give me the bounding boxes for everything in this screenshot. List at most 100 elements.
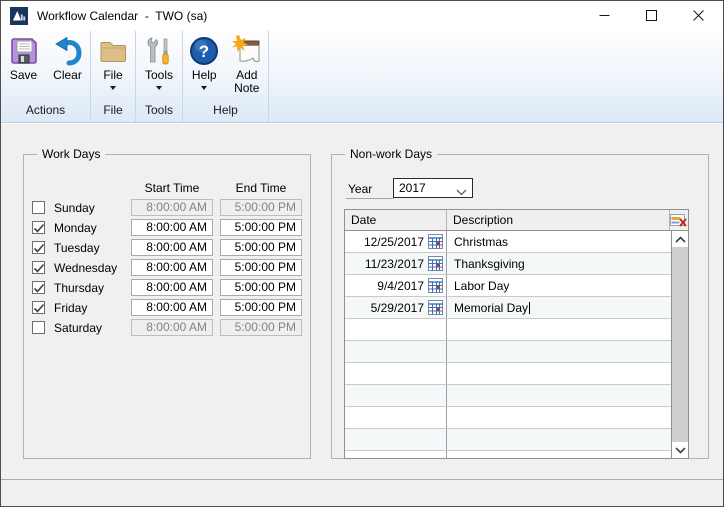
start-time-field[interactable]: 8:00:00 AM <box>131 219 213 236</box>
scroll-down-arrow-icon[interactable] <box>672 442 688 458</box>
date-cell[interactable] <box>345 451 447 458</box>
add-note-button[interactable]: Add Note <box>226 33 269 95</box>
content-area: Work Days Start Time End Time Sunday8:00… <box>1 124 723 479</box>
date-cell[interactable] <box>345 407 447 428</box>
day-label: Thursday <box>54 281 104 295</box>
clear-button[interactable]: Clear <box>46 33 90 82</box>
description-cell[interactable] <box>447 385 671 406</box>
end-time-field[interactable]: 5:00:00 PM <box>220 239 302 256</box>
work-days-group-label: Work Days <box>37 147 105 161</box>
work-days-groupbox: Work Days Start Time End Time Sunday8:00… <box>23 154 311 459</box>
table-row <box>345 341 671 363</box>
description-cell[interactable] <box>447 451 671 458</box>
table-row <box>345 451 671 458</box>
start-time-field[interactable]: 8:00:00 AM <box>131 239 213 256</box>
day-checkbox[interactable] <box>32 301 45 314</box>
help-menu-button[interactable]: ? Help <box>183 33 226 90</box>
save-button[interactable]: Save <box>2 33 46 82</box>
tools-menu-button[interactable]: Tools <box>137 33 181 90</box>
ribbon-group-label-help: Help <box>183 101 268 122</box>
end-time-field[interactable]: 5:00:00 PM <box>220 219 302 236</box>
day-label: Wednesday <box>54 261 117 275</box>
help-question-icon: ? <box>188 35 220 67</box>
clear-button-label: Clear <box>53 69 82 82</box>
folder-icon <box>97 35 129 67</box>
date-cell[interactable] <box>345 341 447 362</box>
ribbon-filler <box>269 31 723 122</box>
date-cell[interactable]: 11/23/2017 <box>345 253 447 274</box>
chevron-down-icon <box>110 86 116 90</box>
date-cell[interactable]: 9/4/2017 <box>345 275 447 296</box>
description-cell[interactable] <box>447 341 671 362</box>
date-cell[interactable]: 5/29/2017 <box>345 297 447 318</box>
day-checkbox[interactable] <box>32 261 45 274</box>
table-row <box>345 429 671 451</box>
file-menu-button[interactable]: File <box>91 33 135 90</box>
add-note-icon <box>231 35 263 67</box>
vertical-scrollbar[interactable] <box>671 231 688 458</box>
end-time-field[interactable]: 5:00:00 PM <box>220 259 302 276</box>
date-picker-calendar-icon[interactable] <box>428 256 443 271</box>
date-picker-calendar-icon[interactable] <box>428 278 443 293</box>
ribbon-group-help: ? Help Add Note <box>183 31 269 122</box>
description-cell[interactable] <box>447 429 671 450</box>
add-note-label: Add Note <box>226 69 269 95</box>
delete-row-icon[interactable] <box>670 212 687 228</box>
start-time-field[interactable]: 8:00:00 AM <box>131 299 213 316</box>
day-checkbox[interactable] <box>32 281 45 294</box>
date-cell[interactable] <box>345 385 447 406</box>
start-time-field[interactable]: 8:00:00 AM <box>131 259 213 276</box>
ribbon-group-tools: Tools Tools <box>136 31 183 122</box>
date-cell[interactable]: 12/25/2017 <box>345 231 447 252</box>
non-work-days-groupbox: Non-work Days Year 2017 Date Description <box>331 154 709 459</box>
description-value: Memorial Day <box>454 301 528 315</box>
day-checkbox[interactable] <box>32 321 45 334</box>
end-time-field[interactable]: 5:00:00 PM <box>220 279 302 296</box>
help-menu-label: Help <box>192 69 217 82</box>
scroll-up-arrow-icon[interactable] <box>672 231 688 247</box>
day-checkbox[interactable] <box>32 241 45 254</box>
end-time-field[interactable]: 5:00:00 PM <box>220 299 302 316</box>
description-cell[interactable]: Labor Day <box>447 275 671 296</box>
description-cell[interactable] <box>447 407 671 428</box>
scrollbar-thumb[interactable] <box>672 247 688 442</box>
year-dropdown[interactable]: 2017 <box>393 178 473 198</box>
close-button[interactable] <box>680 1 716 30</box>
tools-menu-label: Tools <box>145 69 173 82</box>
start-time-field: 8:00:00 AM <box>131 319 213 336</box>
description-cell[interactable] <box>447 363 671 384</box>
start-time-field[interactable]: 8:00:00 AM <box>131 279 213 296</box>
day-checkbox[interactable] <box>32 201 45 214</box>
text-cursor <box>529 302 530 314</box>
day-checkbox[interactable] <box>32 221 45 234</box>
end-time-field: 5:00:00 PM <box>220 199 302 216</box>
ribbon-group-file: File File <box>91 31 136 122</box>
ribbon-group-label-file: File <box>91 101 135 122</box>
date-cell[interactable] <box>345 429 447 450</box>
day-label: Monday <box>54 221 97 235</box>
year-label-underline <box>346 198 394 199</box>
date-cell[interactable] <box>345 363 447 384</box>
date-column-header: Date <box>351 213 376 227</box>
date-value: 9/4/2017 <box>377 279 424 293</box>
table-row: 12/25/2017Christmas <box>345 231 671 253</box>
description-column-header: Description <box>453 213 513 227</box>
table-row: 5/29/2017 Memorial Day <box>345 297 671 319</box>
status-bar <box>1 479 723 506</box>
date-cell[interactable] <box>345 319 447 340</box>
date-picker-calendar-icon[interactable] <box>428 234 443 249</box>
table-row: 11/23/2017 Thanksgiving <box>345 253 671 275</box>
description-cell[interactable]: Thanksgiving <box>447 253 671 274</box>
minimize-button[interactable] <box>586 1 622 30</box>
date-picker-calendar-icon[interactable] <box>428 300 443 315</box>
description-cell[interactable]: Christmas <box>447 231 671 252</box>
description-value: Labor Day <box>454 279 509 293</box>
description-cell[interactable] <box>447 319 671 340</box>
workday-row: Saturday8:00:00 AM5:00:00 PM <box>24 319 310 339</box>
chevron-down-icon <box>156 86 162 90</box>
maximize-button[interactable] <box>633 1 669 30</box>
date-value: 11/23/2017 <box>365 257 424 271</box>
table-row <box>345 407 671 429</box>
workday-row: Wednesday 8:00:00 AM 5:00:00 PM <box>24 259 310 279</box>
description-cell[interactable]: Memorial Day <box>447 297 671 318</box>
